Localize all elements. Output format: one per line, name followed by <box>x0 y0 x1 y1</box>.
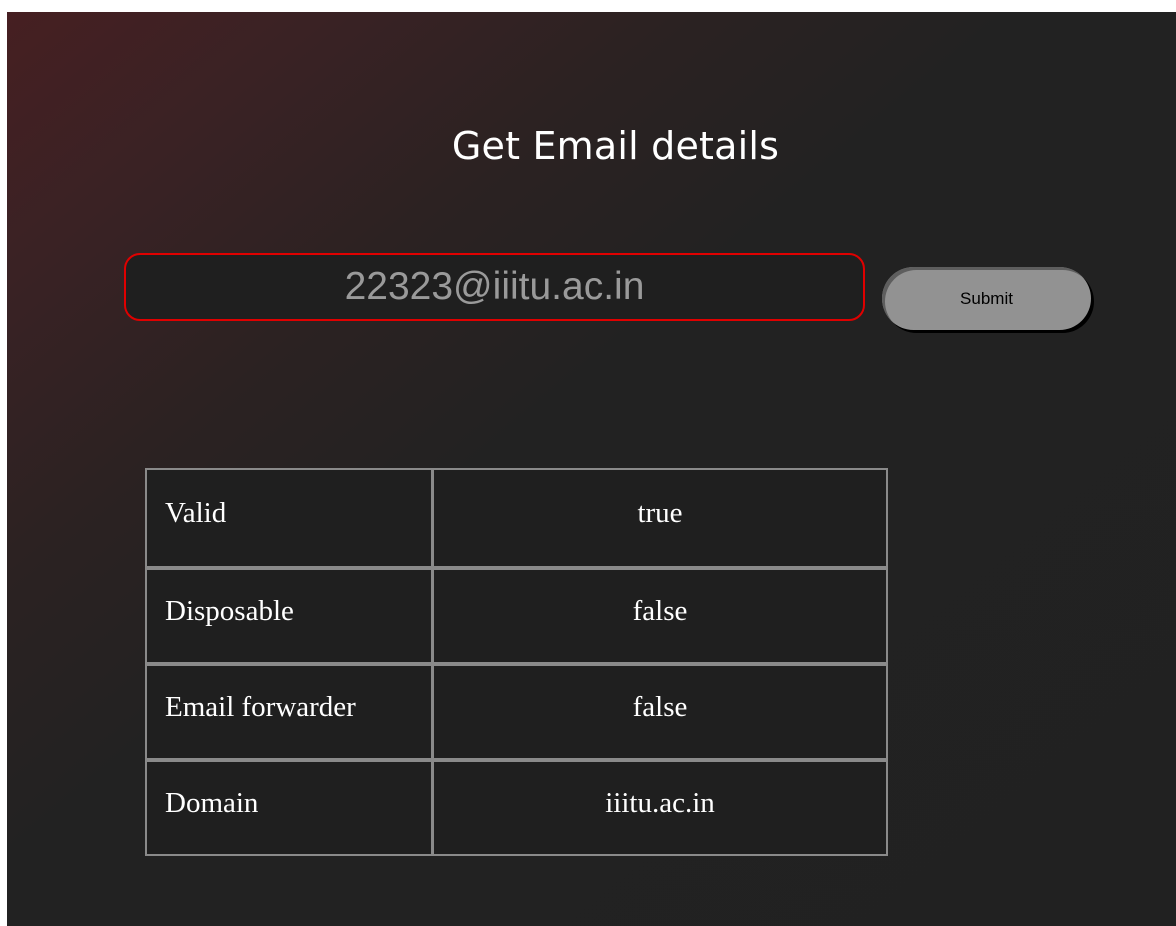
domain-label: Domain <box>147 758 434 854</box>
table-row: Email forwarder false <box>147 662 886 758</box>
valid-label: Valid <box>147 470 434 566</box>
valid-value: true <box>637 496 683 529</box>
email-forwarder-label: Email forwarder <box>147 662 434 758</box>
table-row: Domain iiitu.ac.in <box>147 758 886 854</box>
email-details-table: Valid true Disposable false Email forwar… <box>145 468 888 856</box>
disposable-value: false <box>434 566 886 662</box>
submit-button[interactable]: Submit <box>882 267 1091 330</box>
app-page: Get Email details Submit Valid true Disp… <box>7 12 1176 926</box>
table-row: Valid true <box>147 470 886 566</box>
email-forwarder-value: false <box>434 662 886 758</box>
email-input[interactable] <box>124 253 865 321</box>
page-title: Get Email details <box>451 124 780 168</box>
table-row: Disposable false <box>147 566 886 662</box>
domain-value: iiitu.ac.in <box>434 758 886 854</box>
disposable-label: Disposable <box>147 566 434 662</box>
